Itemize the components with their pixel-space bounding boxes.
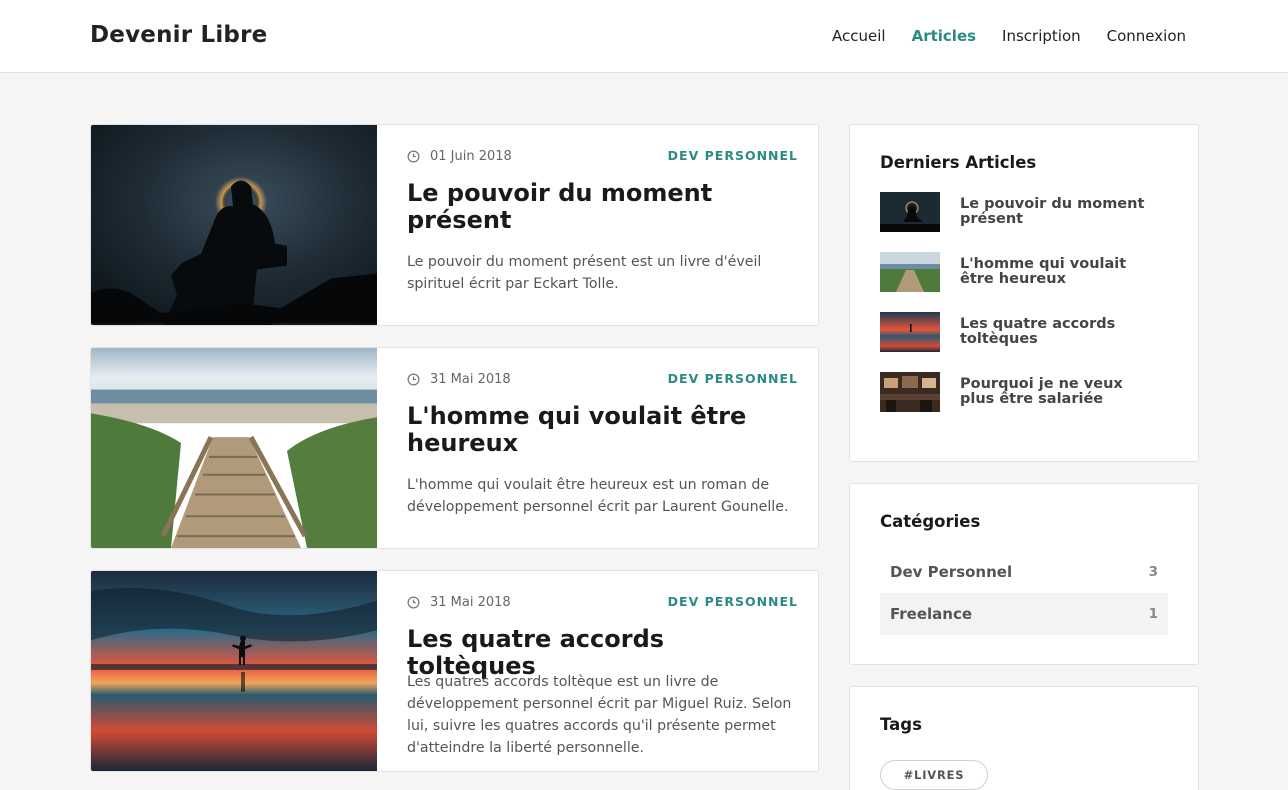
recent-articles-widget: Derniers Articles Le pouvoir du moment p… [849,124,1199,462]
category-name: Dev Personnel [890,563,1013,581]
recent-thumbnail[interactable] [880,252,940,292]
categories-widget: Catégories Dev Personnel 3 Freelance 1 [849,483,1199,665]
article-date: 31 Mai 2018 [407,595,511,610]
article-date: 31 Mai 2018 [407,372,511,387]
category-item-freelance[interactable]: Freelance 1 [880,593,1168,635]
article-excerpt: Les quatres accords toltèque est un livr… [407,674,792,756]
article-category-link[interactable]: DEV PERSONNEL [668,371,798,386]
recent-article-item[interactable]: Les quatre accords toltèques [880,312,1160,352]
widget-title: Derniers Articles [880,153,1037,172]
article-date-text: 01 Juin 2018 [430,149,512,164]
recent-article-title[interactable]: L'homme qui voulait être heureux [960,257,1160,287]
category-item-dev-personnel[interactable]: Dev Personnel 3 [880,551,1168,593]
article-excerpt: L'homme qui voulait être heureux est un … [407,477,789,515]
category-count: 3 [1148,564,1158,580]
article-date-text: 31 Mai 2018 [430,372,511,387]
clock-icon [407,596,420,609]
recent-article-title[interactable]: Les quatre accords toltèques [960,317,1160,347]
article-title-link[interactable]: Le pouvoir du moment présent [407,180,797,234]
recent-thumbnail[interactable] [880,372,940,412]
widget-title: Tags [880,715,922,734]
article-category-link[interactable]: DEV PERSONNEL [668,148,798,163]
main-nav: Accueil Articles Inscription Connexion [806,27,1186,45]
tag-pill[interactable]: #LIVRES [880,760,988,790]
article-card[interactable]: 01 Juin 2018 DEV PERSONNEL Le pouvoir du… [90,124,819,326]
nav-articles[interactable]: Articles [912,27,976,45]
recent-article-item[interactable]: L'homme qui voulait être heureux [880,252,1160,292]
article-thumbnail-buddha[interactable] [91,125,377,325]
article-date: 01 Juin 2018 [407,149,512,164]
nav-connexion[interactable]: Connexion [1107,27,1186,45]
article-thumbnail-sunset[interactable] [91,571,377,771]
nav-inscription[interactable]: Inscription [1002,27,1081,45]
article-title-link[interactable]: L'homme qui voulait être heureux [407,403,797,457]
recent-article-item[interactable]: Le pouvoir du moment présent [880,192,1160,232]
recent-article-title[interactable]: Le pouvoir du moment présent [960,197,1160,227]
recent-thumbnail[interactable] [880,192,940,232]
article-thumbnail-beach[interactable] [91,348,377,548]
top-navbar: Devenir Libre Accueil Articles Inscripti… [0,0,1288,73]
recent-thumbnail[interactable] [880,312,940,352]
recent-article-title[interactable]: Pourquoi je ne veux plus être salariée [960,377,1160,407]
widget-title: Catégories [880,512,981,531]
nav-accueil[interactable]: Accueil [832,27,886,45]
clock-icon [407,373,420,386]
tags-widget: Tags #LIVRES [849,686,1199,790]
article-card[interactable]: 31 Mai 2018 DEV PERSONNEL Les quatre acc… [90,570,819,772]
article-category-link[interactable]: DEV PERSONNEL [668,594,798,609]
article-date-text: 31 Mai 2018 [430,595,511,610]
category-name: Freelance [890,605,973,623]
article-card[interactable]: 31 Mai 2018 DEV PERSONNEL L'homme qui vo… [90,347,819,549]
clock-icon [407,150,420,163]
site-logo[interactable]: Devenir Libre [90,22,267,48]
recent-article-item[interactable]: Pourquoi je ne veux plus être salariée [880,372,1160,412]
article-excerpt: Le pouvoir du moment présent est un livr… [407,254,762,292]
category-count: 1 [1148,606,1158,622]
